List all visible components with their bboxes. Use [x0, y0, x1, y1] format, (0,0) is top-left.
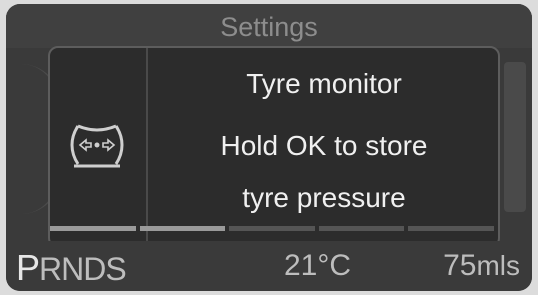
progress-segment: [139, 226, 226, 231]
tyre-monitor-dialog: Tyre monitor Hold OK to store tyre press…: [48, 46, 500, 248]
tyre-pressure-icon: [70, 124, 124, 168]
range-readout: 75mls: [443, 249, 520, 283]
dialog-message: Hold OK to store tyre pressure: [160, 120, 488, 224]
dialog-title: Tyre monitor: [246, 68, 402, 99]
menu-header: Settings: [6, 4, 532, 48]
gear-options: RNDS: [39, 251, 127, 287]
range-value: 75: [443, 249, 477, 282]
progress-segment: [408, 226, 494, 231]
dialog-message-line-1: Hold OK to store: [220, 130, 428, 161]
progress-segment: [318, 226, 405, 231]
right-gauge-background: [504, 62, 526, 212]
dialog-icon-area: [50, 48, 148, 246]
progress-segment: [229, 226, 315, 231]
outside-temperature: 21°C: [284, 249, 352, 282]
range-unit: mls: [476, 250, 520, 281]
progress-segment: [50, 226, 136, 231]
dialog-message-line-2: tyre pressure: [242, 182, 406, 213]
gear-indicator: PRNDS: [16, 247, 127, 289]
hold-progress-bar: [50, 226, 494, 231]
instrument-display: Settings Tyre monitor Hold OK to store t…: [6, 4, 532, 291]
status-bar: PRNDS 21°C 75mls: [6, 241, 532, 291]
menu-title: Settings: [220, 12, 318, 42]
gear-selected: P: [16, 247, 40, 288]
